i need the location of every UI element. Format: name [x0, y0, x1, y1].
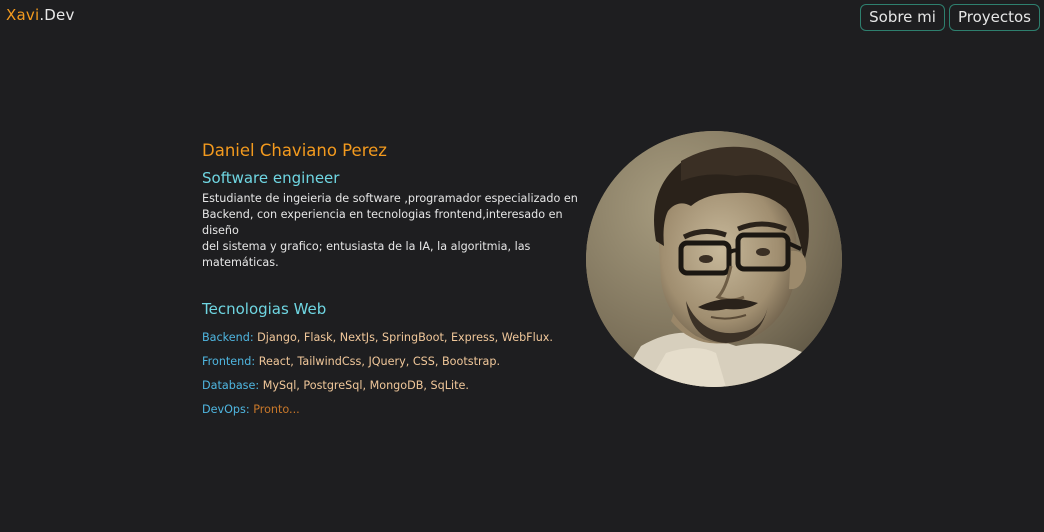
tech-row-backend: Backend: Django, Flask, NextJs, SpringBo… — [202, 330, 582, 346]
profile-role: Software engineer — [202, 169, 340, 187]
tech-value: Django, Flask, NextJs, SpringBoot, Expre… — [257, 331, 553, 344]
profile-photo-illustration — [586, 131, 842, 387]
description-line: Estudiante de ingeieria de software ,pro… — [202, 192, 578, 205]
logo-part-1: Xavi — [6, 6, 40, 24]
nav: Sobre mi Proyectos — [860, 4, 1040, 31]
tech-label: Frontend: — [202, 355, 256, 368]
logo-part-2: .Dev — [39, 6, 75, 24]
tech-value: Pronto... — [253, 403, 300, 416]
profile-name: Daniel Chaviano Perez — [202, 141, 387, 160]
tech-label: DevOps: — [202, 403, 250, 416]
tech-value: MySql, PostgreSql, MongoDB, SqLite. — [262, 379, 469, 392]
tech-label: Backend: — [202, 331, 254, 344]
tech-title: Tecnologias Web — [202, 300, 327, 318]
nav-sobre-mi-button[interactable]: Sobre mi — [860, 4, 945, 31]
nav-proyectos-button[interactable]: Proyectos — [948, 4, 1040, 31]
description-line: del sistema y grafico; entusiasta de la … — [202, 240, 531, 269]
profile-description: Estudiante de ingeieria de software ,pro… — [202, 191, 578, 271]
profile-photo — [586, 131, 842, 387]
logo[interactable]: Xavi.Dev — [6, 6, 75, 24]
tech-value: React, TailwindCss, JQuery, CSS, Bootstr… — [258, 355, 501, 368]
header: Xavi.Dev Sobre mi Proyectos — [0, 0, 1044, 40]
tech-row-devops: DevOps: Pronto... — [202, 402, 582, 418]
tech-label: Database: — [202, 379, 260, 392]
tech-row-frontend: Frontend: React, TailwindCss, JQuery, CS… — [202, 354, 582, 370]
tech-row-database: Database: MySql, PostgreSql, MongoDB, Sq… — [202, 378, 582, 394]
description-line: Backend, con experiencia en tecnologias … — [202, 208, 563, 237]
profile-section: Daniel Chaviano Perez Software engineer … — [202, 138, 582, 418]
